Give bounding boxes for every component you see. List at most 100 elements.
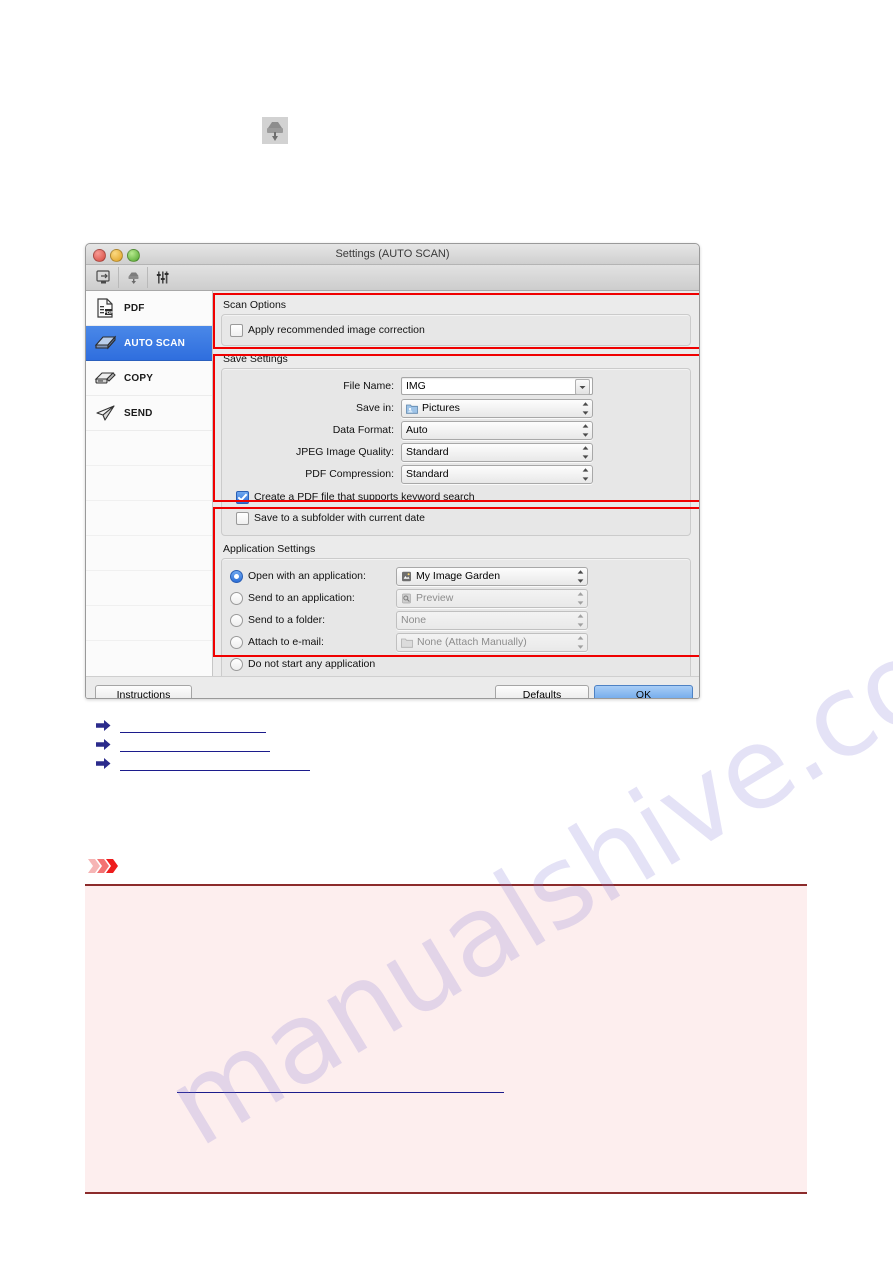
checkbox-box	[236, 511, 249, 525]
do-not-start-application-option[interactable]: Do not start any application	[230, 654, 682, 674]
sidebar-item-label: AUTO SCAN	[124, 337, 186, 349]
stepper-icon[interactable]	[576, 569, 584, 583]
scan-from-computer-tab-icon[interactable]	[90, 267, 119, 288]
sidebar-item-send[interactable]: SEND	[86, 396, 212, 431]
send-to-folder-option[interactable]: Send to a folder: None	[230, 610, 682, 630]
link-application-settings[interactable]	[120, 757, 310, 771]
radio-label: Open with an application:	[248, 570, 366, 582]
chevron-down-icon[interactable]	[575, 379, 590, 395]
my-image-garden-app-icon	[401, 571, 412, 582]
file-name-label: File Name:	[343, 380, 394, 392]
scan-from-operation-panel-tab-icon[interactable]	[119, 267, 148, 288]
arrow-right-icon	[96, 739, 114, 750]
link-save-settings[interactable]	[120, 738, 270, 752]
radio-label: Send to an application:	[248, 592, 355, 604]
sidebar-item-copy[interactable]: COPY	[86, 361, 212, 396]
scan-to-computer-icon	[262, 117, 288, 144]
link-scan-options[interactable]	[120, 719, 266, 733]
radio-button[interactable]	[230, 635, 243, 649]
preview-app-icon	[401, 593, 412, 604]
jpeg-quality-label: JPEG Image Quality:	[295, 446, 394, 458]
open-with-application-option[interactable]: Open with an application: My Image Garde…	[230, 566, 682, 586]
auto-scan-icon	[93, 332, 118, 354]
keyword-search-checkbox[interactable]: Create a PDF file that supports keyword …	[236, 488, 682, 506]
save-in-value: Pictures	[422, 401, 460, 414]
zoom-button[interactable]	[127, 249, 140, 262]
arrow-right-icon	[96, 758, 114, 769]
stepper-icon[interactable]	[576, 613, 584, 627]
sidebar-blank-row	[86, 501, 212, 536]
attach-to-email-option[interactable]: Attach to e-mail: None (Attach Manually)	[230, 632, 682, 652]
ok-button[interactable]: OK	[594, 685, 693, 698]
attach-to-email-select[interactable]: None (Attach Manually)	[396, 632, 588, 652]
checkbox-label: Create a PDF file that supports keyword …	[254, 491, 475, 503]
send-to-application-option[interactable]: Send to an application: Preview	[230, 588, 682, 608]
pdf-document-icon: PDF	[93, 297, 118, 319]
checkbox-box	[236, 490, 249, 504]
sidebar-item-label: COPY	[124, 372, 154, 384]
minimize-button[interactable]	[110, 249, 123, 262]
apply-recommended-correction-checkbox[interactable]: Apply recommended image correction	[230, 321, 682, 339]
stepper-icon[interactable]	[576, 635, 584, 649]
pdf-compression-select[interactable]: Standard	[401, 464, 593, 484]
dialog-toolbar	[86, 265, 699, 291]
save-in-select[interactable]: Pictures	[401, 398, 593, 418]
sidebar-blank-row	[86, 571, 212, 606]
stepper-icon[interactable]	[581, 401, 589, 415]
list-item[interactable]	[96, 735, 310, 754]
save-subfolder-checkbox[interactable]: Save to a subfolder with current date	[236, 509, 682, 527]
svg-text:PDF: PDF	[104, 310, 113, 315]
checkbox-label: Save to a subfolder with current date	[254, 512, 426, 524]
list-item[interactable]	[96, 754, 310, 773]
sidebar-blank-row	[86, 466, 212, 501]
stepper-icon[interactable]	[581, 467, 589, 481]
jpeg-quality-value: Standard	[406, 445, 449, 458]
general-settings-tab-icon[interactable]	[148, 267, 176, 288]
instructions-button[interactable]: Instructions	[95, 685, 192, 698]
stepper-icon[interactable]	[581, 423, 589, 437]
scan-options-group: Apply recommended image correction	[221, 314, 691, 346]
save-settings-title: Save Settings	[223, 353, 288, 365]
related-links-list	[96, 716, 310, 773]
data-format-label: Data Format:	[332, 424, 394, 436]
dialog-titlebar[interactable]: Settings (AUTO SCAN)	[86, 244, 699, 265]
open-with-application-select[interactable]: My Image Garden	[396, 566, 588, 586]
settings-content: Scan Options Apply recommended image cor…	[213, 291, 699, 698]
folder-pictures-icon	[406, 403, 418, 414]
sidebar-item-auto-scan[interactable]: AUTO SCAN	[86, 326, 212, 361]
data-format-row: Data Format: Auto	[230, 420, 682, 440]
folder-icon	[401, 637, 413, 648]
checkbox-label: Apply recommended image correction	[248, 324, 425, 336]
stepper-icon[interactable]	[576, 591, 584, 605]
data-format-select[interactable]: Auto	[401, 420, 593, 440]
save-in-row: Save in: Pictures	[230, 398, 682, 418]
sidebar-item-label: SEND	[124, 407, 153, 419]
file-name-value: IMG	[406, 380, 426, 392]
copy-printer-icon	[93, 367, 118, 389]
radio-button[interactable]	[230, 657, 243, 671]
sidebar-item-pdf[interactable]: PDF PDF	[86, 291, 212, 326]
radio-button[interactable]	[230, 569, 243, 583]
arrow-right-icon	[96, 720, 114, 731]
stepper-icon[interactable]	[581, 445, 589, 459]
sidebar-item-label: PDF	[124, 302, 145, 314]
sidebar-blank-row	[86, 536, 212, 571]
save-in-label: Save in:	[356, 402, 394, 414]
send-to-application-select[interactable]: Preview	[396, 588, 588, 608]
close-button[interactable]	[93, 249, 106, 262]
jpeg-quality-select[interactable]: Standard	[401, 442, 593, 462]
radio-button[interactable]	[230, 591, 243, 605]
data-format-value: Auto	[406, 423, 428, 436]
note-reference-link[interactable]	[177, 1080, 504, 1093]
application-settings-title: Application Settings	[223, 543, 316, 555]
send-to-folder-select[interactable]: None	[396, 610, 588, 630]
send-paper-plane-icon	[93, 402, 118, 424]
list-item[interactable]	[96, 716, 310, 735]
radio-button[interactable]	[230, 613, 243, 627]
defaults-button[interactable]: Defaults	[495, 685, 589, 698]
file-name-input[interactable]: IMG	[401, 377, 593, 395]
send-to-application-value: Preview	[416, 591, 454, 604]
pdf-compression-value: Standard	[406, 467, 449, 480]
important-note-box	[85, 884, 807, 1194]
open-with-application-value: My Image Garden	[416, 569, 501, 582]
